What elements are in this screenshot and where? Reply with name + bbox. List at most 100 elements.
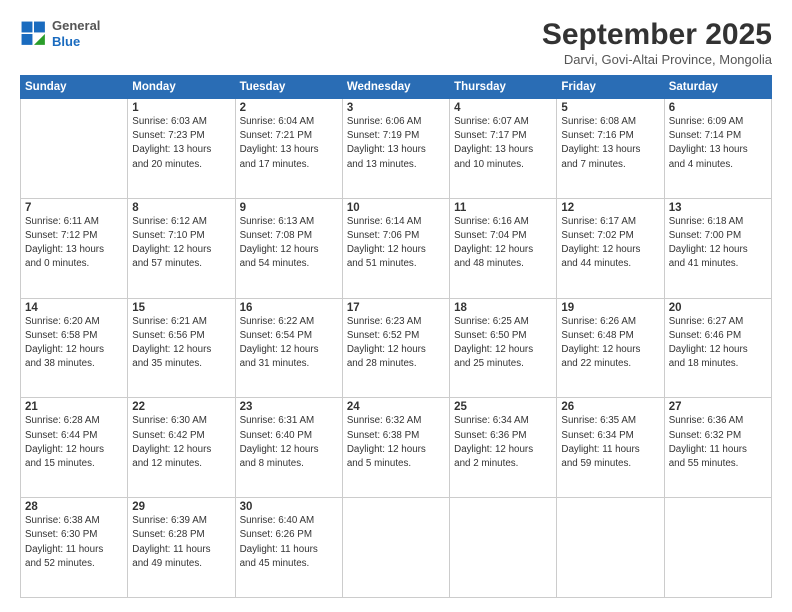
day-number-w1-d2: 1: [132, 102, 230, 114]
day-number-w4-d5: 25: [454, 401, 552, 413]
logo: General Blue: [20, 18, 100, 49]
calendar-cell-w4-d7: 27Sunrise: 6:36 AM Sunset: 6:32 PM Dayli…: [664, 398, 771, 498]
day-number-w1-d4: 3: [347, 102, 445, 114]
week-row-4: 21Sunrise: 6:28 AM Sunset: 6:44 PM Dayli…: [21, 398, 772, 498]
calendar-cell-w5-d6: [557, 498, 664, 598]
calendar-cell-w3-d5: 18Sunrise: 6:25 AM Sunset: 6:50 PM Dayli…: [450, 298, 557, 398]
calendar-cell-w5-d4: [342, 498, 449, 598]
calendar-cell-w4-d3: 23Sunrise: 6:31 AM Sunset: 6:40 PM Dayli…: [235, 398, 342, 498]
calendar-cell-w5-d7: [664, 498, 771, 598]
calendar-cell-w3-d4: 17Sunrise: 6:23 AM Sunset: 6:52 PM Dayli…: [342, 298, 449, 398]
day-number-w3-d3: 16: [240, 302, 338, 314]
calendar-cell-w1-d5: 4Sunrise: 6:07 AM Sunset: 7:17 PM Daylig…: [450, 99, 557, 199]
calendar-cell-w4-d5: 25Sunrise: 6:34 AM Sunset: 6:36 PM Dayli…: [450, 398, 557, 498]
cell-content-w4-d4: Sunrise: 6:32 AM Sunset: 6:38 PM Dayligh…: [347, 414, 445, 471]
day-number-w4-d4: 24: [347, 401, 445, 413]
calendar-cell-w2-d1: 7Sunrise: 6:11 AM Sunset: 7:12 PM Daylig…: [21, 198, 128, 298]
cell-content-w4-d5: Sunrise: 6:34 AM Sunset: 6:36 PM Dayligh…: [454, 414, 552, 471]
cell-content-w3-d2: Sunrise: 6:21 AM Sunset: 6:56 PM Dayligh…: [132, 315, 230, 372]
cell-content-w4-d2: Sunrise: 6:30 AM Sunset: 6:42 PM Dayligh…: [132, 414, 230, 471]
week-row-3: 14Sunrise: 6:20 AM Sunset: 6:58 PM Dayli…: [21, 298, 772, 398]
calendar-cell-w4-d2: 22Sunrise: 6:30 AM Sunset: 6:42 PM Dayli…: [128, 398, 235, 498]
cell-content-w2-d3: Sunrise: 6:13 AM Sunset: 7:08 PM Dayligh…: [240, 215, 338, 272]
page: General Blue September 2025 Darvi, Govi-…: [0, 0, 792, 612]
location: Darvi, Govi-Altai Province, Mongolia: [542, 52, 772, 67]
day-number-w2-d3: 9: [240, 202, 338, 214]
day-number-w4-d6: 26: [561, 401, 659, 413]
cell-content-w2-d1: Sunrise: 6:11 AM Sunset: 7:12 PM Dayligh…: [25, 215, 123, 272]
col-monday: Monday: [128, 76, 235, 99]
day-number-w5-d2: 29: [132, 501, 230, 513]
cell-content-w1-d7: Sunrise: 6:09 AM Sunset: 7:14 PM Dayligh…: [669, 115, 767, 172]
day-number-w3-d2: 15: [132, 302, 230, 314]
col-wednesday: Wednesday: [342, 76, 449, 99]
day-number-w2-d7: 13: [669, 202, 767, 214]
day-number-w3-d6: 19: [561, 302, 659, 314]
calendar-table: Sunday Monday Tuesday Wednesday Thursday…: [20, 75, 772, 598]
calendar-header-row: Sunday Monday Tuesday Wednesday Thursday…: [21, 76, 772, 99]
day-number-w4-d3: 23: [240, 401, 338, 413]
cell-content-w5-d1: Sunrise: 6:38 AM Sunset: 6:30 PM Dayligh…: [25, 514, 123, 571]
calendar-cell-w3-d2: 15Sunrise: 6:21 AM Sunset: 6:56 PM Dayli…: [128, 298, 235, 398]
calendar-cell-w2-d2: 8Sunrise: 6:12 AM Sunset: 7:10 PM Daylig…: [128, 198, 235, 298]
logo-text: General Blue: [52, 18, 100, 49]
cell-content-w5-d2: Sunrise: 6:39 AM Sunset: 6:28 PM Dayligh…: [132, 514, 230, 571]
calendar-cell-w2-d4: 10Sunrise: 6:14 AM Sunset: 7:06 PM Dayli…: [342, 198, 449, 298]
calendar-cell-w5-d2: 29Sunrise: 6:39 AM Sunset: 6:28 PM Dayli…: [128, 498, 235, 598]
cell-content-w1-d4: Sunrise: 6:06 AM Sunset: 7:19 PM Dayligh…: [347, 115, 445, 172]
cell-content-w1-d2: Sunrise: 6:03 AM Sunset: 7:23 PM Dayligh…: [132, 115, 230, 172]
week-row-2: 7Sunrise: 6:11 AM Sunset: 7:12 PM Daylig…: [21, 198, 772, 298]
day-number-w2-d1: 7: [25, 202, 123, 214]
calendar-cell-w4-d4: 24Sunrise: 6:32 AM Sunset: 6:38 PM Dayli…: [342, 398, 449, 498]
title-block: September 2025 Darvi, Govi-Altai Provinc…: [542, 18, 772, 67]
calendar-cell-w1-d4: 3Sunrise: 6:06 AM Sunset: 7:19 PM Daylig…: [342, 99, 449, 199]
calendar-cell-w3-d1: 14Sunrise: 6:20 AM Sunset: 6:58 PM Dayli…: [21, 298, 128, 398]
calendar-cell-w1-d6: 5Sunrise: 6:08 AM Sunset: 7:16 PM Daylig…: [557, 99, 664, 199]
cell-content-w3-d3: Sunrise: 6:22 AM Sunset: 6:54 PM Dayligh…: [240, 315, 338, 372]
cell-content-w3-d6: Sunrise: 6:26 AM Sunset: 6:48 PM Dayligh…: [561, 315, 659, 372]
logo-blue-text: Blue: [52, 34, 100, 50]
day-number-w1-d5: 4: [454, 102, 552, 114]
day-number-w3-d5: 18: [454, 302, 552, 314]
week-row-1: 1Sunrise: 6:03 AM Sunset: 7:23 PM Daylig…: [21, 99, 772, 199]
cell-content-w3-d5: Sunrise: 6:25 AM Sunset: 6:50 PM Dayligh…: [454, 315, 552, 372]
header: General Blue September 2025 Darvi, Govi-…: [20, 18, 772, 67]
day-number-w4-d2: 22: [132, 401, 230, 413]
cell-content-w2-d6: Sunrise: 6:17 AM Sunset: 7:02 PM Dayligh…: [561, 215, 659, 272]
calendar-cell-w1-d3: 2Sunrise: 6:04 AM Sunset: 7:21 PM Daylig…: [235, 99, 342, 199]
calendar-cell-w1-d2: 1Sunrise: 6:03 AM Sunset: 7:23 PM Daylig…: [128, 99, 235, 199]
month-title: September 2025: [542, 18, 772, 52]
cell-content-w2-d7: Sunrise: 6:18 AM Sunset: 7:00 PM Dayligh…: [669, 215, 767, 272]
day-number-w3-d4: 17: [347, 302, 445, 314]
cell-content-w1-d3: Sunrise: 6:04 AM Sunset: 7:21 PM Dayligh…: [240, 115, 338, 172]
cell-content-w2-d2: Sunrise: 6:12 AM Sunset: 7:10 PM Dayligh…: [132, 215, 230, 272]
calendar-cell-w1-d7: 6Sunrise: 6:09 AM Sunset: 7:14 PM Daylig…: [664, 99, 771, 199]
calendar-cell-w2-d6: 12Sunrise: 6:17 AM Sunset: 7:02 PM Dayli…: [557, 198, 664, 298]
calendar-cell-w5-d5: [450, 498, 557, 598]
calendar-cell-w5-d3: 30Sunrise: 6:40 AM Sunset: 6:26 PM Dayli…: [235, 498, 342, 598]
cell-content-w1-d6: Sunrise: 6:08 AM Sunset: 7:16 PM Dayligh…: [561, 115, 659, 172]
day-number-w2-d4: 10: [347, 202, 445, 214]
col-friday: Friday: [557, 76, 664, 99]
cell-content-w2-d4: Sunrise: 6:14 AM Sunset: 7:06 PM Dayligh…: [347, 215, 445, 272]
cell-content-w4-d6: Sunrise: 6:35 AM Sunset: 6:34 PM Dayligh…: [561, 414, 659, 471]
calendar-cell-w2-d5: 11Sunrise: 6:16 AM Sunset: 7:04 PM Dayli…: [450, 198, 557, 298]
calendar-cell-w2-d3: 9Sunrise: 6:13 AM Sunset: 7:08 PM Daylig…: [235, 198, 342, 298]
day-number-w5-d3: 30: [240, 501, 338, 513]
cell-content-w3-d1: Sunrise: 6:20 AM Sunset: 6:58 PM Dayligh…: [25, 315, 123, 372]
calendar-cell-w1-d1: [21, 99, 128, 199]
day-number-w2-d5: 11: [454, 202, 552, 214]
calendar-cell-w4-d6: 26Sunrise: 6:35 AM Sunset: 6:34 PM Dayli…: [557, 398, 664, 498]
cell-content-w1-d5: Sunrise: 6:07 AM Sunset: 7:17 PM Dayligh…: [454, 115, 552, 172]
col-thursday: Thursday: [450, 76, 557, 99]
col-sunday: Sunday: [21, 76, 128, 99]
calendar-cell-w2-d7: 13Sunrise: 6:18 AM Sunset: 7:00 PM Dayli…: [664, 198, 771, 298]
day-number-w2-d6: 12: [561, 202, 659, 214]
day-number-w3-d7: 20: [669, 302, 767, 314]
cell-content-w4-d1: Sunrise: 6:28 AM Sunset: 6:44 PM Dayligh…: [25, 414, 123, 471]
logo-icon: [20, 20, 48, 48]
logo-general-text: General: [52, 18, 100, 34]
day-number-w5-d1: 28: [25, 501, 123, 513]
day-number-w4-d1: 21: [25, 401, 123, 413]
cell-content-w3-d7: Sunrise: 6:27 AM Sunset: 6:46 PM Dayligh…: [669, 315, 767, 372]
